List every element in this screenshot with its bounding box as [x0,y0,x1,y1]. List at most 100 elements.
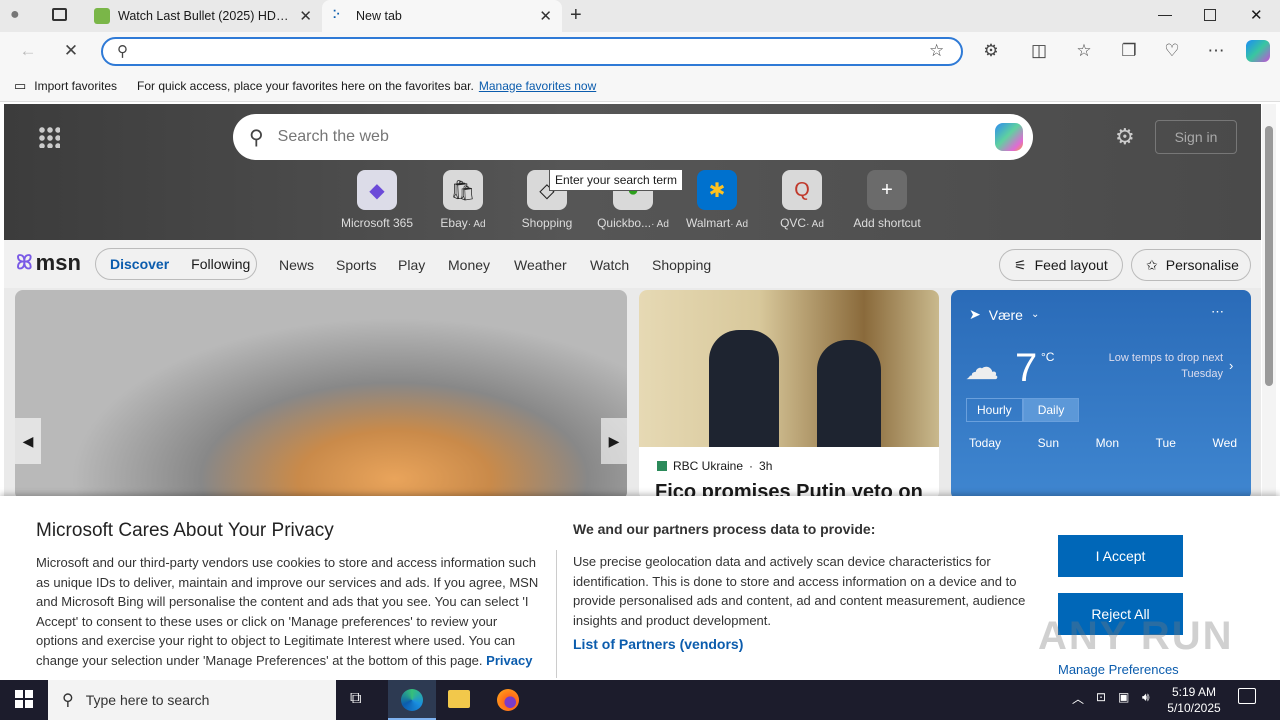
file-explorer-icon[interactable] [448,690,470,708]
sliders-icon: ⚟ [1014,256,1027,273]
more-menu-icon[interactable]: ⋯ [1205,41,1227,61]
cloud-sun-icon: ☁ [965,349,999,387]
feed-layout-button[interactable]: ⚟ Feed layout [999,249,1123,281]
restore-button[interactable] [1204,9,1216,21]
edge-taskbar-icon[interactable] [388,680,436,720]
show-hidden-icons-chevron[interactable]: ︿ [1072,690,1084,707]
hero-food-image[interactable] [15,290,627,500]
taskbar-search[interactable]: ⚲ Type here to search [48,680,336,720]
nav-sports[interactable]: Sports [336,257,376,273]
manage-preferences-link[interactable]: Manage Preferences [1058,662,1179,677]
sign-in-button[interactable]: Sign in [1155,120,1237,154]
nav-play[interactable]: Play [398,257,425,273]
tab-daily[interactable]: Daily [1022,398,1080,422]
tab-title: New tab [356,9,402,23]
extensions-icon[interactable]: ⚙ [980,41,1002,61]
weather-location[interactable]: Være [989,307,1023,323]
weather-card[interactable]: ➤ Være ⌄ ⋯ ☁ 7 °C Low temps to drop next… [951,290,1251,500]
carousel-prev-button[interactable]: ◀ [15,418,41,464]
day-mon[interactable]: Mon [1096,436,1119,450]
tab-watch-last-bullet[interactable]: Watch Last Bullet (2025) HD onlin ✕ [84,0,322,32]
location-arrow-icon: ➤ [969,306,981,322]
web-search-box[interactable]: ⚲ Search the web [233,114,1033,160]
qvc-icon: Q [782,170,822,210]
nav-watch[interactable]: Watch [590,257,629,273]
import-favorites-button[interactable]: Import favorites [34,79,117,93]
day-sun[interactable]: Sun [1038,436,1059,450]
address-input[interactable] [143,42,923,61]
vendors-link[interactable]: List of Partners (vendors) [573,636,743,652]
back-button[interactable]: ← [17,41,39,61]
search-icon: ⚲ [117,43,128,60]
web-search-input[interactable]: Search the web [278,128,389,146]
close-tab-icon[interactable]: ✕ [539,7,552,25]
nav-money[interactable]: Money [448,257,490,273]
divider [556,550,557,678]
personalise-button[interactable]: ✩ Personalise [1131,249,1251,281]
shortcut-microsoft-365[interactable]: ◆ Microsoft 365 [327,170,427,230]
msn-butterfly-icon: ꕤ [16,251,33,274]
tab-following[interactable]: Following [191,256,250,272]
privacy-body: Microsoft and our third-party vendors us… [36,553,542,673]
wifi-icon[interactable]: ▣ [1118,690,1129,704]
clock[interactable]: 5:19 AM 5/10/2025 [1166,684,1222,716]
copilot-icon[interactable] [995,123,1023,151]
tab-hourly[interactable]: Hourly [966,398,1023,422]
taskbar-search-input[interactable]: Type here to search [86,692,210,708]
star-settings-icon: ✩ [1146,256,1158,273]
nav-shopping[interactable]: Shopping [652,257,711,273]
search-tooltip: Enter your search term [549,169,684,191]
msn-logo[interactable]: ꕤ msn [16,250,81,276]
news-card[interactable]: RBC Ukraine · 3h Fico promises Putin vet… [639,290,939,500]
copilot-icon[interactable] [1246,40,1270,62]
browser-essentials-icon[interactable]: ♡ [1161,41,1183,61]
privacy-title: Microsoft Cares About Your Privacy [36,520,334,541]
close-tab-icon[interactable]: ✕ [299,7,312,25]
tab-discover[interactable]: Discover [110,256,169,272]
settings-gear-icon[interactable]: ⚙ [1115,124,1135,150]
nav-weather[interactable]: Weather [514,257,567,273]
collections-icon[interactable]: ❐ [1118,41,1140,61]
temperature-unit: °C [1041,350,1055,364]
favorites-icon[interactable]: ☆ [1073,41,1095,61]
new-tab-button[interactable]: + [570,4,582,27]
news-image [639,290,939,447]
tab-actions-icon[interactable] [52,8,67,21]
tab-new-tab[interactable]: ⠕ New tab ✕ [322,0,562,32]
address-bar[interactable]: ⚲ ☆ [101,37,963,66]
time: 5:19 AM [1171,685,1217,699]
network-icon[interactable]: ⊡ [1096,690,1106,704]
volume-icon[interactable]: 🔊︎ [1142,690,1150,705]
stop-loading-button[interactable]: ✕ [60,41,82,61]
chevron-down-icon: ⌄ [1030,309,1040,320]
notifications-icon[interactable] [1238,688,1256,704]
close-window-button[interactable]: ✕ [1250,6,1263,24]
windows-start-icon[interactable] [15,690,33,708]
split-screen-icon[interactable]: ◫ [1028,41,1050,61]
accept-button[interactable]: I Accept [1058,535,1183,577]
ebay-bag-icon: 🛍 [443,170,483,210]
app-launcher-icon[interactable] [38,126,60,148]
task-view-icon[interactable]: ⧉ [350,690,361,708]
manage-favorites-link[interactable]: Manage favorites now [479,79,596,93]
day-tue[interactable]: Tue [1156,436,1176,450]
favorite-star-icon[interactable]: ☆ [929,41,944,61]
search-icon: ⚲ [62,692,74,709]
favorites-bar: ▭ Import favorites For quick access, pla… [0,70,1280,102]
profile-icon[interactable]: ● [10,6,32,26]
more-options-icon[interactable]: ⋯ [1211,304,1224,320]
day-wed[interactable]: Wed [1213,436,1237,450]
day-today[interactable]: Today [969,436,1001,450]
edge-logo-icon [401,689,423,711]
anyrun-watermark: ANY RUN [1038,614,1234,658]
chevron-right-icon[interactable]: › [1229,358,1233,373]
shortcut-add[interactable]: + Add shortcut [837,170,937,230]
nav-news[interactable]: News [279,257,314,273]
minimize-button[interactable]: — [1158,6,1172,22]
import-favorites-icon[interactable]: ▭ [14,78,26,94]
firefox-icon[interactable] [497,689,519,711]
search-icon: ⚲ [249,126,264,149]
scrollbar-thumb[interactable] [1265,126,1273,386]
carousel-next-button[interactable]: ▶ [601,418,627,464]
partners-body: Use precise geolocation data and activel… [573,554,1026,628]
